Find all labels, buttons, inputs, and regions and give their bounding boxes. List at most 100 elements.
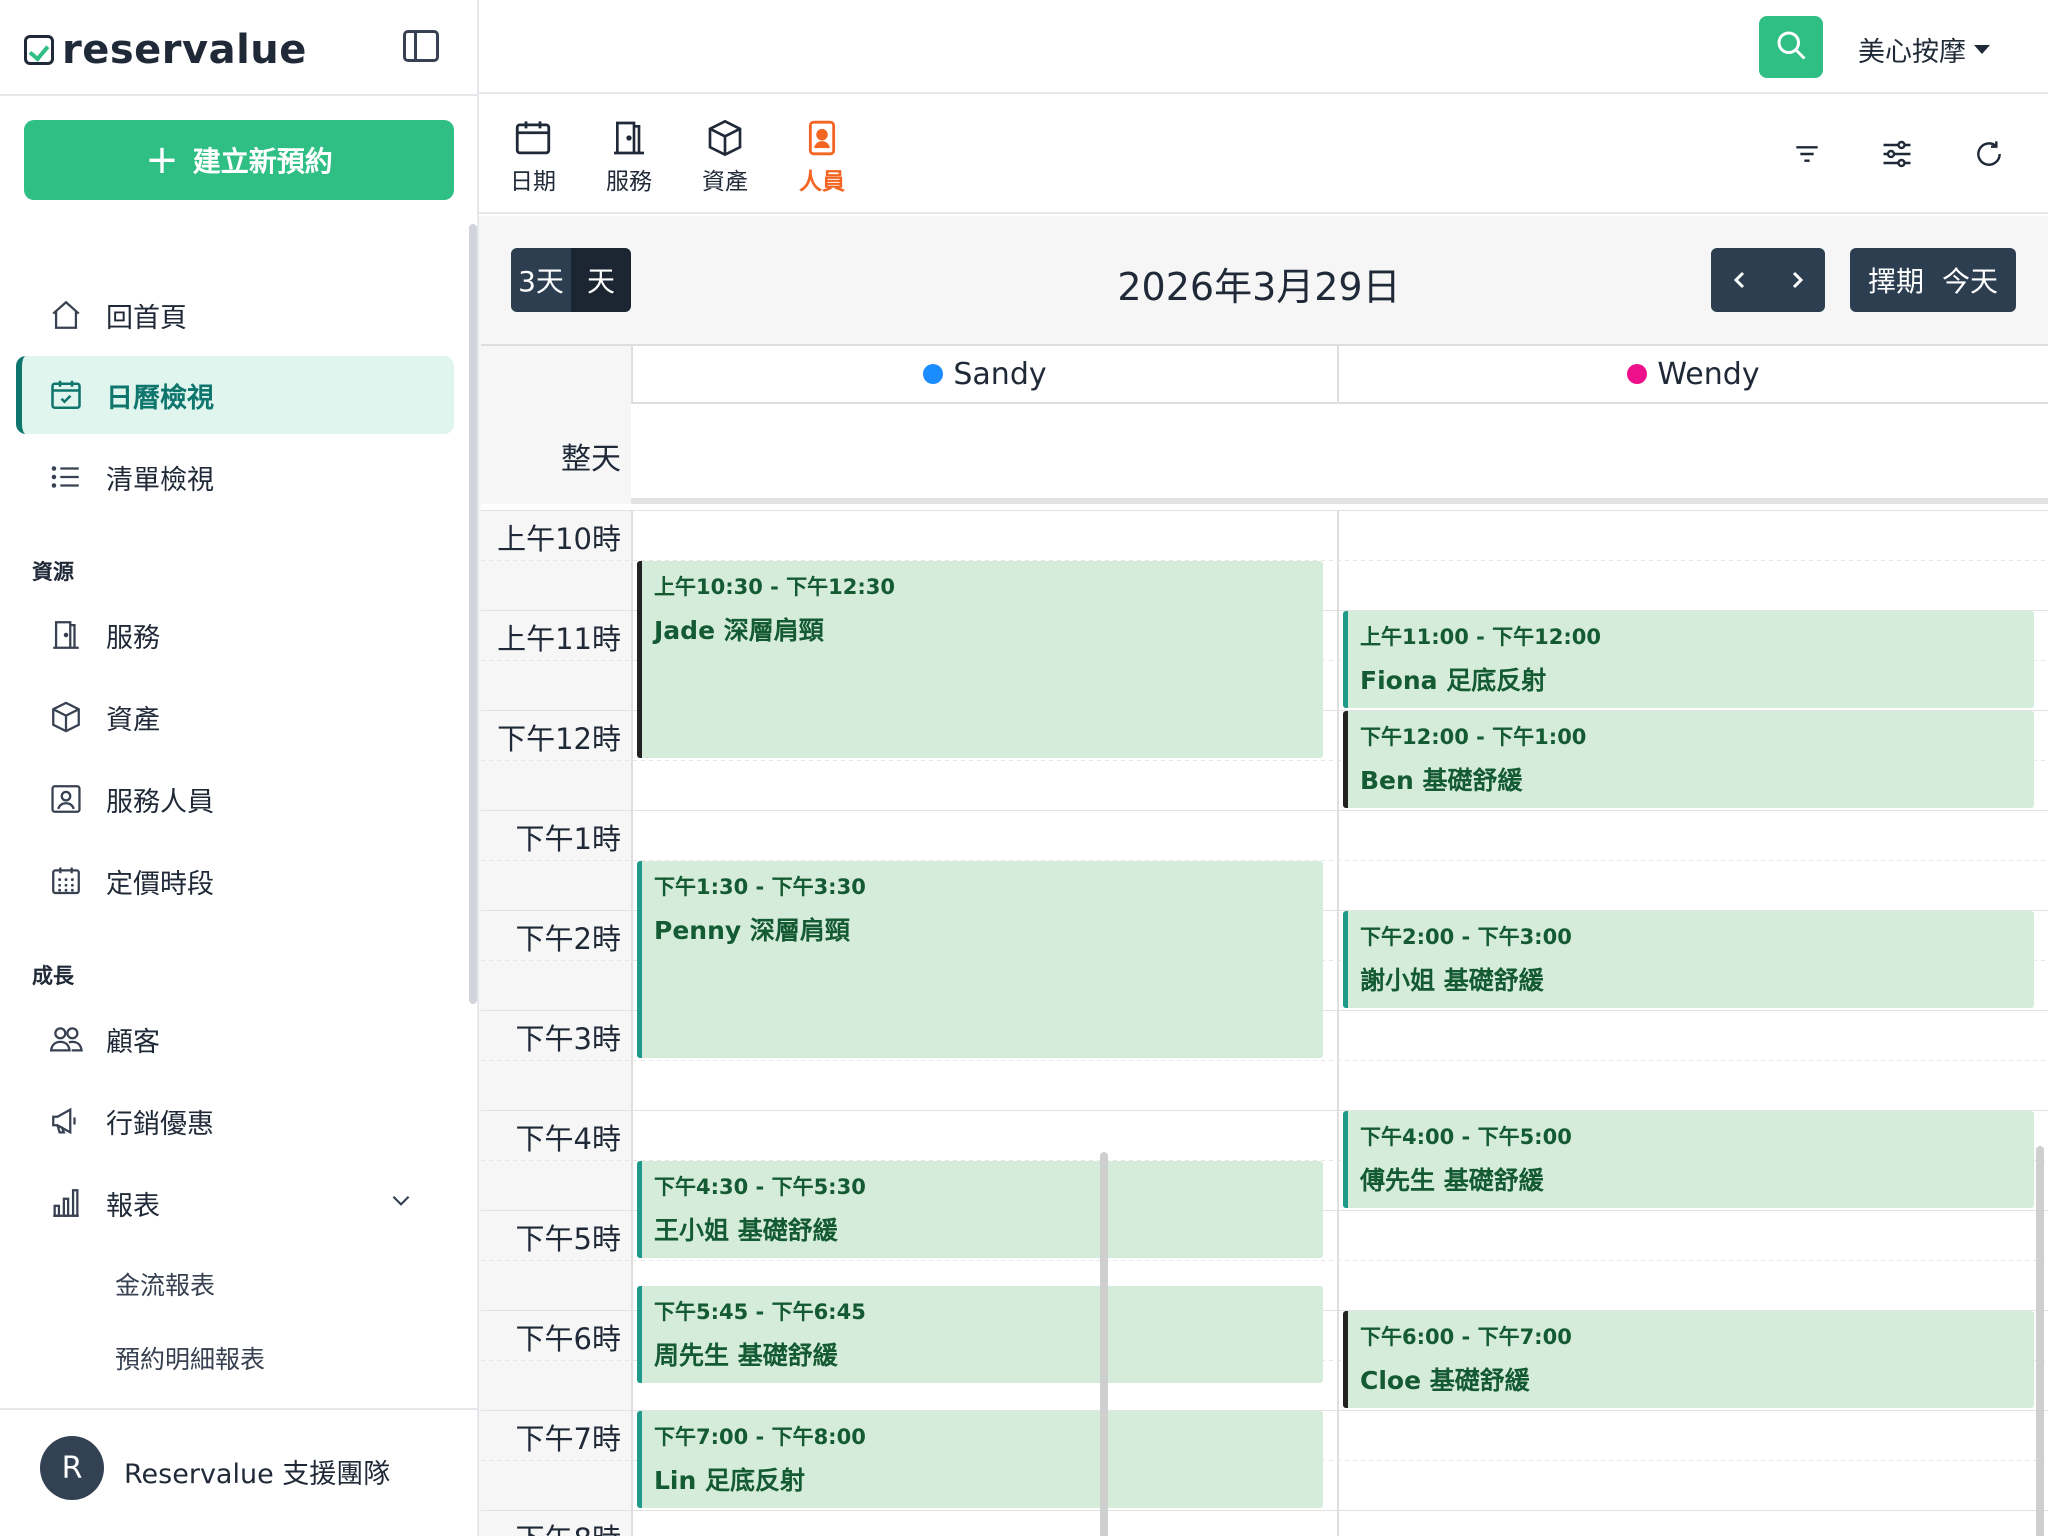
sidebar-item-label: 清單檢視 <box>106 464 214 496</box>
time-label: 下午4時 <box>515 1122 621 1156</box>
logo-check-icon <box>24 35 54 65</box>
sidebar-item-customers[interactable]: 顧客 <box>16 1000 454 1078</box>
tab-date[interactable]: 日期 <box>495 114 571 196</box>
sidebar-item-staff[interactable]: 服務人員 <box>16 760 454 838</box>
event-title: Cloe 基礎舒緩 <box>1360 1366 1530 1395</box>
sidebar-scrollbar[interactable] <box>469 224 477 1004</box>
divider <box>0 94 479 96</box>
list-icon <box>48 459 84 495</box>
door-icon <box>591 114 667 162</box>
calendar-scrollbar[interactable] <box>2036 1146 2044 1536</box>
staff-badge-icon <box>784 114 860 162</box>
time-label: 下午6時 <box>515 1322 621 1356</box>
next-button[interactable] <box>1768 248 1825 312</box>
tab-services[interactable]: 服務 <box>591 114 667 196</box>
time-label: 下午5時 <box>515 1222 621 1256</box>
hour-line <box>481 1510 2048 1511</box>
time-label: 上午11時 <box>497 622 621 656</box>
pick-date-button[interactable]: 擇期 <box>1868 260 1924 300</box>
column-name: Sandy <box>953 356 1047 392</box>
user-name[interactable]: Reservalue 支援團隊 <box>124 1452 390 1491</box>
sidebar-subitem-cashflow-report[interactable]: 金流報表 <box>115 1266 215 1302</box>
avatar[interactable]: R <box>40 1436 104 1500</box>
calendar-event[interactable]: 下午1:30 - 下午3:30 Penny 深層肩頸 <box>637 861 1323 1058</box>
calendar-event[interactable]: 下午4:00 - 下午5:00 傅先生 基礎舒緩 <box>1343 1111 2034 1208</box>
brand-logo[interactable]: reservalue <box>24 22 307 78</box>
date-nav <box>1711 248 1825 312</box>
calendar-event[interactable]: 下午5:45 - 下午6:45 周先生 基礎舒緩 <box>637 1286 1323 1383</box>
event-title: 傅先生 基礎舒緩 <box>1360 1166 1544 1195</box>
calendar-event[interactable]: 上午11:00 - 下午12:00 Fiona 足底反射 <box>1343 611 2034 708</box>
event-time: 下午4:00 - 下午5:00 <box>1360 1125 1572 1149</box>
search-button[interactable] <box>1759 16 1823 78</box>
column-scrollbar[interactable] <box>1100 1152 1108 1536</box>
event-time: 下午4:30 - 下午5:30 <box>654 1175 866 1199</box>
shop-name: 美心按摩 <box>1858 37 1966 68</box>
view-3day-button[interactable]: 3天 <box>511 248 571 312</box>
plus-icon: + <box>145 137 179 183</box>
column-name: Wendy <box>1657 356 1760 392</box>
sidebar-item-services[interactable]: 服務 <box>16 596 454 674</box>
all-day-label: 整天 <box>561 442 621 477</box>
sidebar-item-label: 服務人員 <box>106 786 214 818</box>
section-label-resources: 資源 <box>32 560 74 584</box>
calendar-area: 3天 天 2026年3月29日 擇期 今天 Sandy Wendy 整天 上午1… <box>479 216 2048 1536</box>
box-icon <box>687 114 763 162</box>
sidebar-item-assets[interactable]: 資產 <box>16 678 454 756</box>
sidebar-item-label: 日曆檢視 <box>106 382 214 414</box>
all-day-row[interactable]: 整天 <box>481 404 2048 504</box>
chevron-right-icon <box>1792 271 1803 289</box>
resource-toolbar: 日期 服務 資產 人員 <box>479 96 2048 214</box>
sidebar-item-home[interactable]: 回首頁 <box>16 276 454 354</box>
sliders-icon[interactable] <box>1875 132 1919 176</box>
event-time: 上午11:00 - 下午12:00 <box>1360 625 1602 649</box>
prev-button[interactable] <box>1711 248 1768 312</box>
calendar-event[interactable]: 下午2:00 - 下午3:00 謝小姐 基礎舒緩 <box>1343 911 2034 1008</box>
calendar-icon <box>495 114 571 162</box>
time-label: 下午1時 <box>515 822 621 856</box>
calendar-event[interactable]: 下午4:30 - 下午5:30 王小姐 基礎舒緩 <box>637 1161 1323 1258</box>
sidebar-toggle-icon[interactable] <box>403 30 439 62</box>
calendar-event[interactable]: 上午10:30 - 下午12:30 Jade 深層肩頸 <box>637 561 1323 758</box>
event-title: 周先生 基礎舒緩 <box>654 1341 838 1370</box>
shop-selector[interactable]: 美心按摩 <box>1858 30 1990 69</box>
calendar-event[interactable]: 下午7:00 - 下午8:00 Lin 足底反射 <box>637 1411 1323 1508</box>
search-icon <box>1773 27 1809 67</box>
chevron-left-icon <box>1733 271 1744 289</box>
sidebar-item-reports[interactable]: 報表 <box>16 1164 454 1242</box>
megaphone-icon <box>48 1103 84 1139</box>
tab-staff[interactable]: 人員 <box>784 114 860 196</box>
people-icon <box>48 1021 84 1057</box>
filter-icon[interactable] <box>1785 132 1829 176</box>
time-label: 下午8時 <box>481 1516 621 1536</box>
calendar-title: 2026年3月29日 <box>1117 265 1401 309</box>
calendar-event[interactable]: 下午6:00 - 下午7:00 Cloe 基礎舒緩 <box>1343 1311 2034 1408</box>
tab-label: 日期 <box>510 169 556 195</box>
sidebar-item-marketing[interactable]: 行銷優惠 <box>16 1082 454 1160</box>
gutter-header <box>481 346 631 404</box>
box-icon <box>48 699 84 735</box>
view-day-button[interactable]: 天 <box>571 248 631 312</box>
new-booking-button[interactable]: + 建立新預約 <box>24 120 454 200</box>
refresh-icon[interactable] <box>1967 132 2011 176</box>
sidebar-item-label: 顧客 <box>106 1026 160 1058</box>
event-time: 下午1:30 - 下午3:30 <box>654 875 866 899</box>
today-button[interactable]: 今天 <box>1942 260 1998 300</box>
time-label: 下午3時 <box>515 1022 621 1056</box>
column-header-wendy: Wendy <box>1337 346 2048 404</box>
event-title: 謝小姐 基礎舒緩 <box>1360 966 1544 995</box>
sidebar-item-label: 行銷優惠 <box>106 1108 214 1140</box>
event-time: 下午7:00 - 下午8:00 <box>654 1425 866 1449</box>
brand-name: reservalue <box>62 27 307 73</box>
section-label-growth: 成長 <box>32 964 74 988</box>
time-label: 下午12時 <box>497 722 621 756</box>
sidebar-subitem-booking-detail-report[interactable]: 預約明細報表 <box>115 1340 265 1376</box>
tab-label: 人員 <box>799 169 845 195</box>
tab-assets[interactable]: 資產 <box>687 114 763 196</box>
sidebar-item-pricing-slots[interactable]: 定價時段 <box>16 842 454 920</box>
chevron-down-icon[interactable] <box>388 1187 414 1220</box>
sidebar-item-calendar-view[interactable]: 日曆檢視 <box>16 356 454 434</box>
sidebar-item-list-view[interactable]: 清單檢視 <box>16 438 454 516</box>
column-header-sandy: Sandy <box>631 346 1337 404</box>
calendar-event[interactable]: 下午12:00 - 下午1:00 Ben 基礎舒緩 <box>1343 711 2034 808</box>
